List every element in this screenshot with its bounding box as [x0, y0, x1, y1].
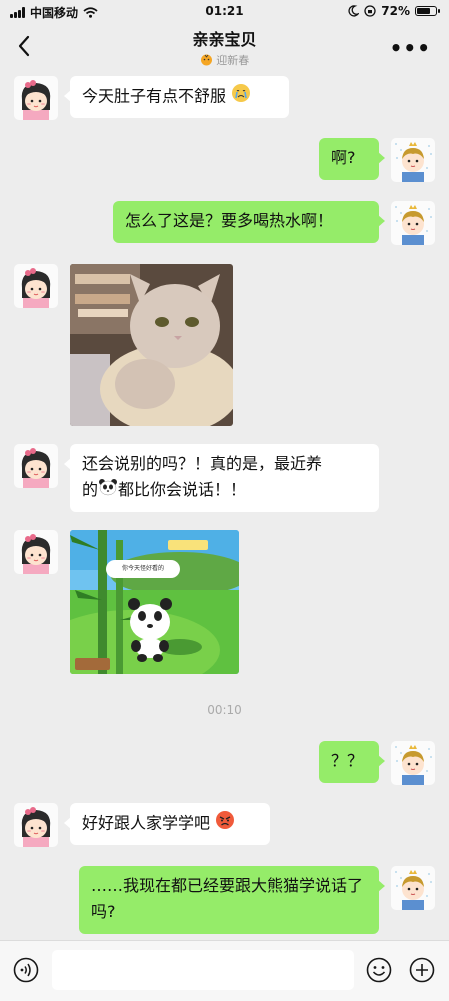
message-text: 啊?	[331, 148, 356, 167]
timestamp: 00:10	[207, 703, 242, 717]
contact-avatar[interactable]	[14, 76, 58, 120]
plus-icon[interactable]	[409, 957, 435, 983]
message-text: ？？	[331, 751, 364, 770]
message-bubble[interactable]: 啊?	[319, 138, 385, 180]
message-bubble[interactable]: 还会说别的吗？！真的是，最近养 的都比你会说话！！	[64, 444, 379, 512]
battery-icon	[415, 6, 440, 16]
battery-percent: 72%	[381, 4, 410, 18]
self-avatar[interactable]	[391, 741, 435, 785]
tiger-emoji-icon	[200, 53, 213, 69]
more-icon[interactable]: •••	[390, 36, 431, 60]
panda-face-emoji-icon	[98, 478, 118, 504]
message-text: 好好跟人家学学吧	[82, 813, 211, 833]
contact-avatar[interactable]	[14, 530, 58, 574]
message-text: ……我现在都已经要跟大熊猫学说话了吗?	[91, 876, 364, 921]
message-bubble[interactable]: 怎么了这是？要多喝热水啊！	[113, 201, 385, 243]
message-text-line: 还会说别的吗？！真的是，最近养	[82, 454, 323, 473]
message-text-line: 的	[82, 480, 99, 499]
chat-header: 亲亲宝贝 迎新春 •••	[0, 24, 449, 68]
message-text-line: 都比你会说话！！	[118, 480, 247, 499]
message-bubble[interactable]: 今天肚子有点不舒服	[64, 76, 289, 118]
lock-rotation-icon	[364, 5, 376, 17]
message-text: 怎么了这是？要多喝热水啊！	[125, 211, 334, 230]
angry-face-emoji-icon	[215, 810, 235, 838]
emoji-icon[interactable]	[366, 957, 392, 983]
panda-game-image[interactable]: 你今天怪好看的	[70, 530, 239, 674]
contact-avatar[interactable]	[14, 444, 58, 488]
subtitle-text: 迎新春	[216, 54, 250, 67]
cat-photo-image[interactable]	[70, 264, 233, 426]
voice-input-icon[interactable]	[13, 957, 39, 983]
self-avatar[interactable]	[391, 138, 435, 182]
contact-avatar[interactable]	[14, 803, 58, 847]
chat-subtitle: 迎新春	[0, 52, 449, 69]
game-caption: 你今天怪好看的	[106, 560, 180, 578]
self-avatar[interactable]	[391, 866, 435, 910]
crying-face-emoji-icon	[231, 83, 251, 111]
chat-title: 亲亲宝贝	[192, 30, 257, 49]
message-text: 今天肚子有点不舒服	[82, 86, 227, 106]
self-avatar[interactable]	[391, 201, 435, 245]
message-input[interactable]	[52, 950, 354, 990]
status-bar: 中国移动 01:21 72%	[0, 0, 449, 24]
contact-avatar[interactable]	[14, 264, 58, 308]
input-bar	[0, 940, 449, 1001]
message-bubble[interactable]: 好好跟人家学学吧	[64, 803, 270, 845]
message-bubble[interactable]: ……我现在都已经要跟大熊猫学说话了吗?	[79, 866, 385, 934]
moon-icon	[348, 5, 360, 17]
message-bubble[interactable]: ？？	[319, 741, 385, 783]
